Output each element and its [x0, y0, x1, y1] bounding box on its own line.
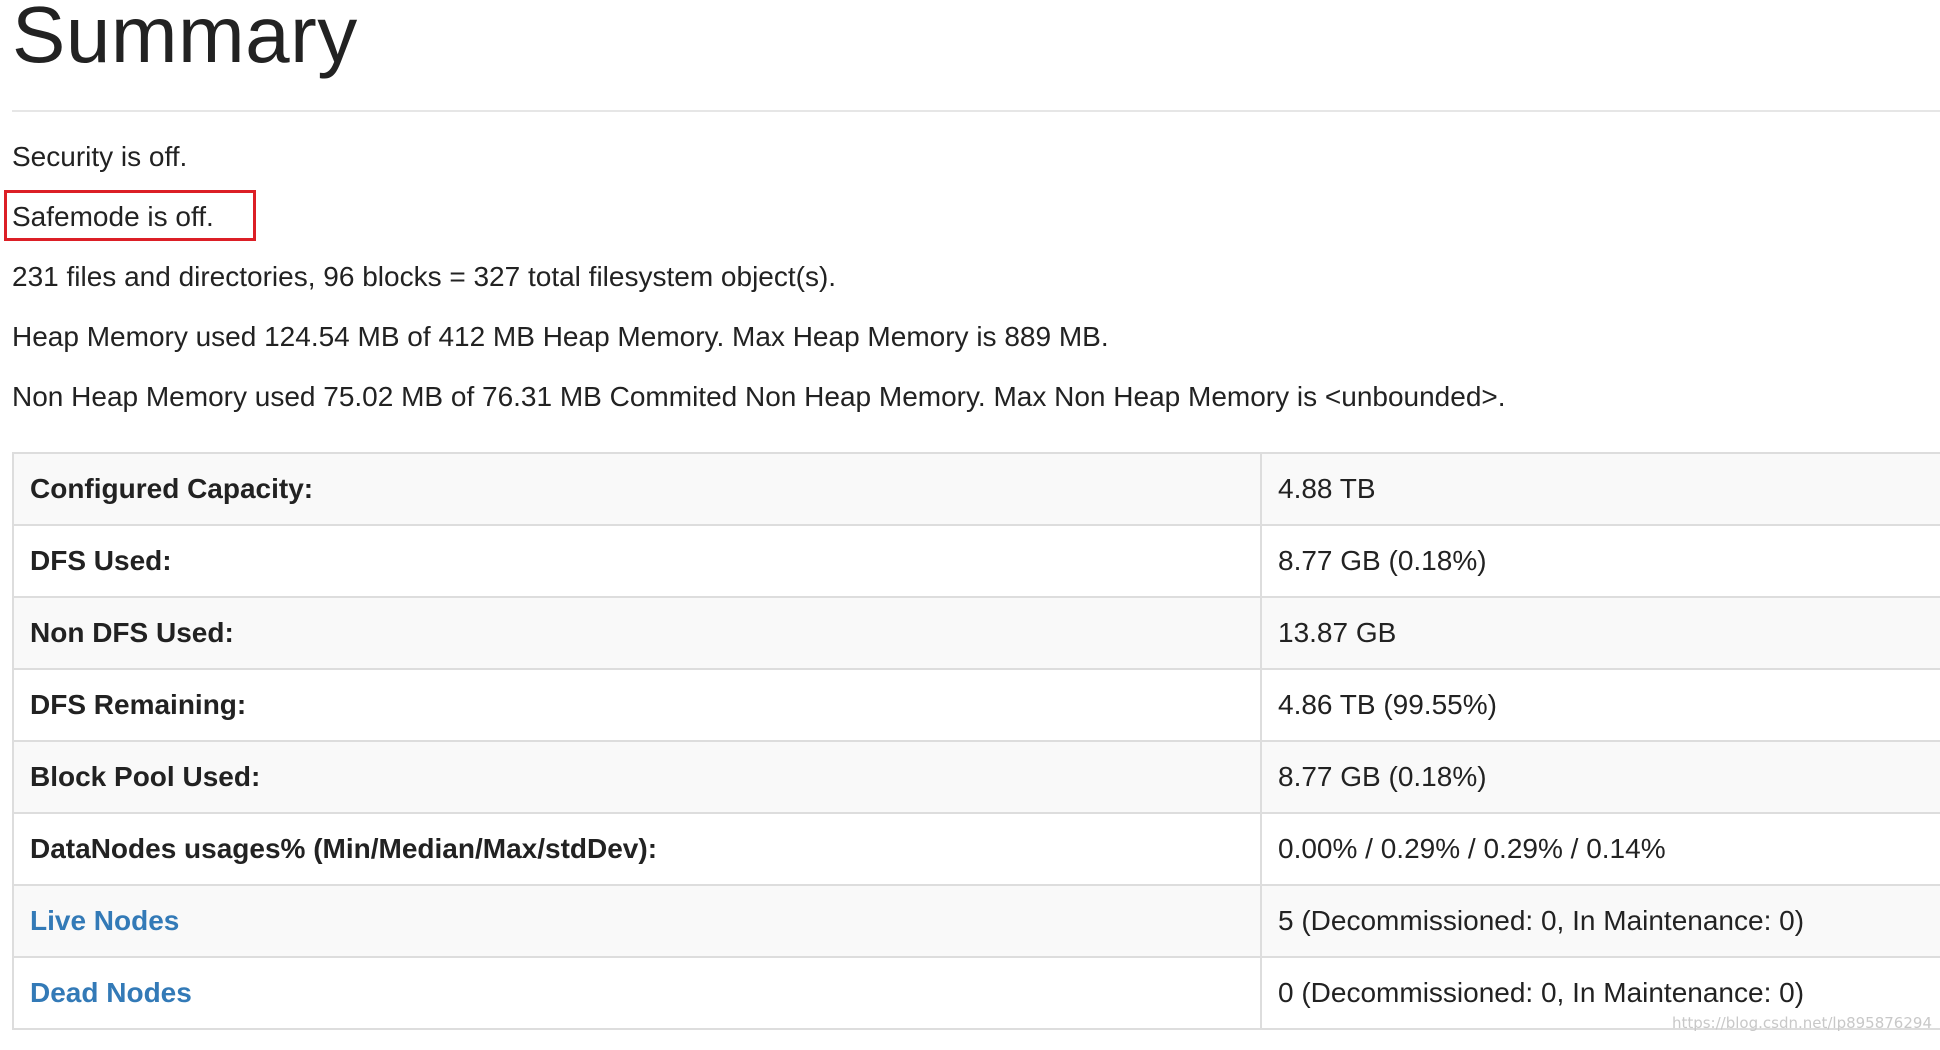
dfs-used-value: 8.77 GB (0.18%) — [1260, 524, 1940, 598]
heap-memory-status: Heap Memory used 124.54 MB of 412 MB Hea… — [12, 321, 1109, 352]
table-row: Live Nodes 5 (Decommissioned: 0, In Main… — [12, 884, 1940, 958]
configured-capacity-label: Configured Capacity: — [12, 452, 1262, 526]
configured-capacity-value: 4.88 TB — [1260, 452, 1940, 526]
datanodes-usages-value: 0.00% / 0.29% / 0.29% / 0.14% — [1260, 812, 1940, 886]
dfs-remaining-label: DFS Remaining: — [12, 668, 1262, 742]
title-divider — [12, 110, 1940, 112]
table-row: DFS Remaining: 4.86 TB (99.55%) — [12, 668, 1940, 742]
non-heap-memory-status: Non Heap Memory used 75.02 MB of 76.31 M… — [12, 381, 1506, 412]
dead-nodes-link[interactable]: Dead Nodes — [30, 977, 192, 1008]
table-row: DataNodes usages% (Min/Median/Max/stdDev… — [12, 812, 1940, 886]
table-row: Non DFS Used: 13.87 GB — [12, 596, 1940, 670]
table-row: Configured Capacity: 4.88 TB — [12, 452, 1940, 526]
summary-page: Summary Security is off. Safemode is off… — [4, 0, 1940, 442]
block-pool-used-label: Block Pool Used: — [12, 740, 1262, 814]
live-nodes-value: 5 (Decommissioned: 0, In Maintenance: 0) — [1260, 884, 1940, 958]
dfs-remaining-value: 4.86 TB (99.55%) — [1260, 668, 1940, 742]
safemode-highlight-box — [4, 190, 256, 241]
dead-nodes-cell: Dead Nodes — [12, 956, 1262, 1030]
dfs-used-label: DFS Used: — [12, 524, 1262, 598]
filesystem-objects-status: 231 files and directories, 96 blocks = 3… — [12, 261, 837, 292]
page-title: Summary — [12, 0, 358, 79]
non-dfs-used-value: 13.87 GB — [1260, 596, 1940, 670]
table-row: Block Pool Used: 8.77 GB (0.18%) — [12, 740, 1940, 814]
watermark-text: https://blog.csdn.net/lp895876294 — [1671, 1014, 1932, 1032]
summary-table: Configured Capacity: 4.88 TB DFS Used: 8… — [12, 452, 1940, 1030]
live-nodes-link[interactable]: Live Nodes — [30, 905, 179, 936]
table-row: Dead Nodes 0 (Decommissioned: 0, In Main… — [12, 956, 1940, 1030]
non-dfs-used-label: Non DFS Used: — [12, 596, 1262, 670]
live-nodes-cell: Live Nodes — [12, 884, 1262, 958]
status-lines: Security is off. Safemode is off. 231 fi… — [4, 141, 1940, 412]
datanodes-usages-label: DataNodes usages% (Min/Median/Max/stdDev… — [12, 812, 1262, 886]
security-status: Security is off. — [12, 141, 188, 172]
table-row: DFS Used: 8.77 GB (0.18%) — [12, 524, 1940, 598]
block-pool-used-value: 8.77 GB (0.18%) — [1260, 740, 1940, 814]
safemode-status: Safemode is off. — [4, 190, 1940, 241]
